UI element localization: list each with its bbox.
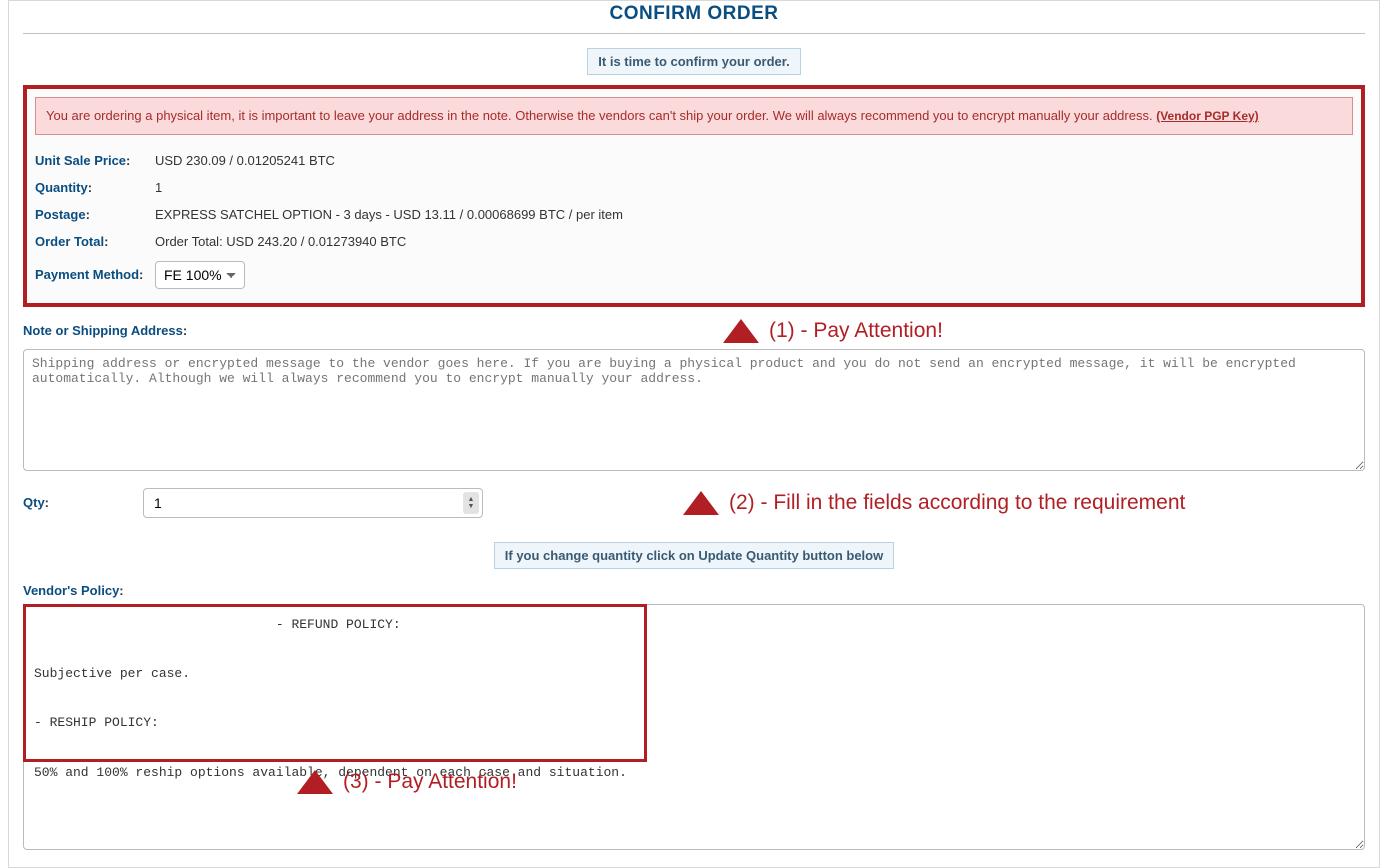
shipping-address-textarea[interactable] [23, 349, 1365, 471]
row-payment-method: Payment Method: FE 100% [35, 255, 1353, 295]
qty-row: Qty: ▲ ▼ (2) - Fill in the fields accord… [23, 488, 1365, 518]
chevron-up-icon: ▲ [468, 496, 475, 503]
update-quantity-banner: If you change quantity click on Update Q… [494, 542, 894, 569]
triangle-icon [723, 319, 759, 343]
physical-item-warning: You are ordering a physical item, it is … [35, 97, 1353, 135]
annotation-2: (2) - Fill in the fields according to th… [683, 491, 1185, 515]
quantity-stepper[interactable]: ▲ ▼ [463, 492, 479, 514]
annotation-2-text: (2) - Fill in the fields according to th… [729, 491, 1185, 515]
qty-input[interactable] [143, 488, 483, 518]
label-payment-method: Payment Method [35, 267, 139, 282]
value-quantity: 1 [155, 180, 162, 195]
vendor-policy-header: Vendor's Policy: [23, 583, 1365, 598]
label-postage: Postage [35, 207, 86, 222]
row-postage: Postage: EXPRESS SATCHEL OPTION - 3 days… [35, 201, 1353, 228]
note-header-row: Note or Shipping Address: (1) - Pay Atte… [23, 319, 1365, 343]
vendor-policy-textarea[interactable] [23, 604, 1365, 850]
triangle-icon [683, 491, 719, 515]
value-order-total: Order Total: USD 243.20 / 0.01273940 BTC [155, 234, 406, 249]
label-qty: Qty [23, 495, 45, 510]
order-confirm-box: You are ordering a physical item, it is … [23, 85, 1365, 307]
divider [23, 33, 1365, 34]
confirm-order-panel: CONFIRM ORDER It is time to confirm your… [8, 0, 1380, 868]
row-order-total: Order Total: Order Total: USD 243.20 / 0… [35, 228, 1353, 255]
label-unit-sale-price: Unit Sale Price [35, 153, 126, 168]
chevron-down-icon: ▼ [468, 503, 475, 510]
row-unit-sale-price: Unit Sale Price: USD 230.09 / 0.01205241… [35, 147, 1353, 174]
label-order-total: Order Total [35, 234, 104, 249]
value-unit-sale-price: USD 230.09 / 0.01205241 BTC [155, 153, 335, 168]
row-quantity: Quantity: 1 [35, 174, 1353, 201]
warning-text: You are ordering a physical item, it is … [46, 108, 1156, 123]
label-note-shipping: Note or Shipping Address [23, 323, 183, 338]
annotation-1: (1) - Pay Attention! [723, 319, 943, 343]
label-vendor-policy: Vendor's Policy [23, 583, 119, 598]
label-quantity: Quantity [35, 180, 88, 195]
value-postage: EXPRESS SATCHEL OPTION - 3 days - USD 13… [155, 207, 623, 222]
annotation-1-text: (1) - Pay Attention! [769, 319, 943, 343]
payment-method-select[interactable]: FE 100% [155, 261, 245, 289]
page-title: CONFIRM ORDER [23, 1, 1365, 33]
vendor-pgp-key-link[interactable]: (Vendor PGP Key) [1156, 109, 1258, 123]
subtitle-banner: It is time to confirm your order. [587, 48, 800, 75]
vendor-policy-wrap: (3) - Pay Attention! [23, 604, 1365, 853]
